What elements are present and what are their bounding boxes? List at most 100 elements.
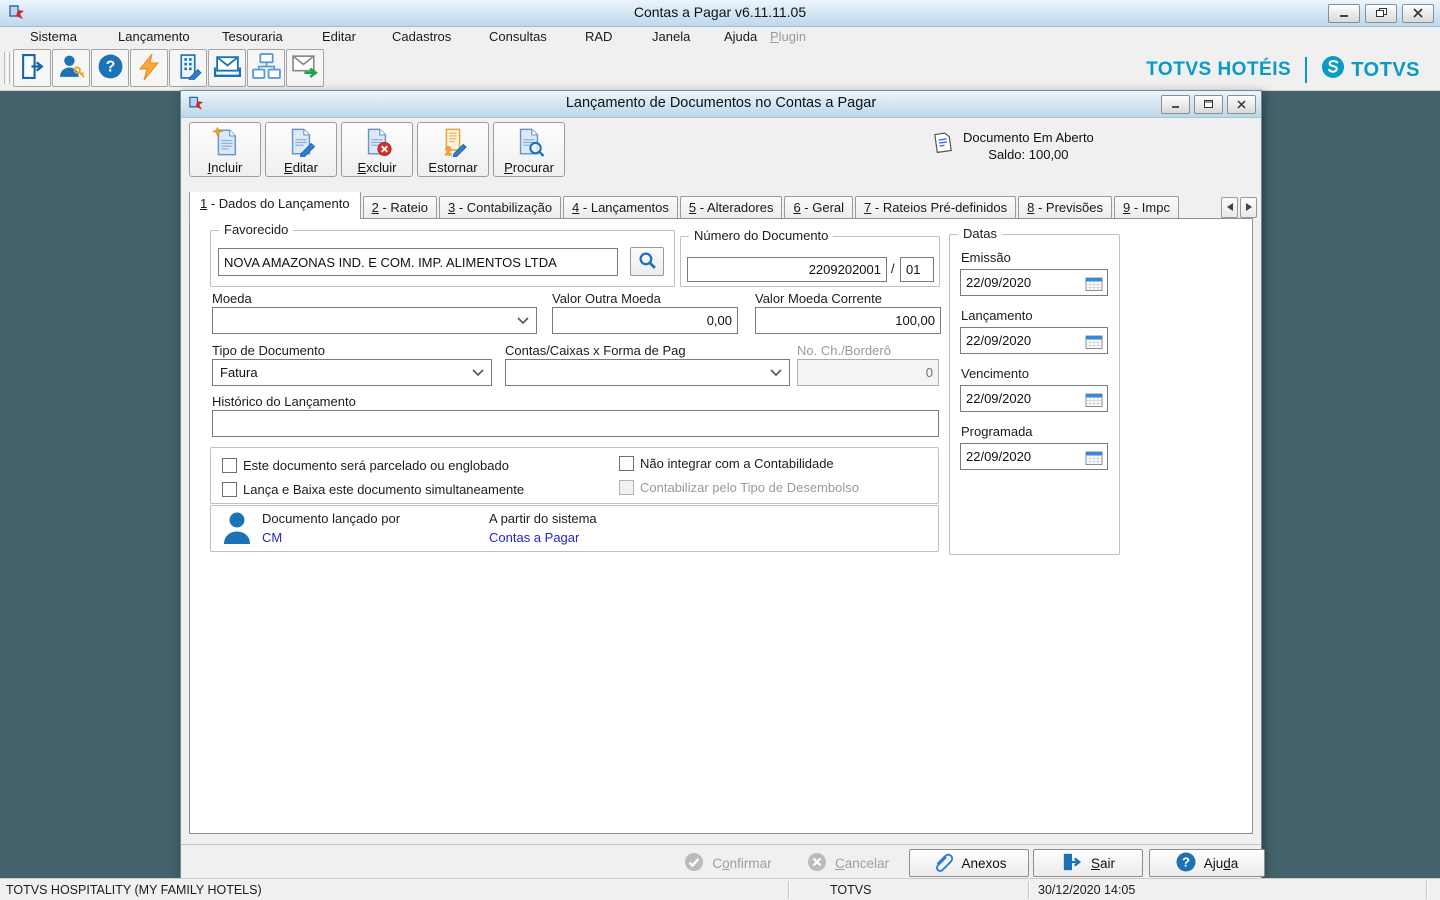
statusbar-divider — [788, 881, 790, 899]
search-icon — [638, 251, 657, 273]
menu-rad[interactable]: RAD — [585, 29, 612, 44]
mail-inbox-icon — [213, 53, 242, 83]
estornar-button[interactable]: Estornar — [417, 122, 489, 177]
exit-toolbar-button[interactable] — [13, 49, 51, 87]
tab-dados-do-lancamento[interactable]: 1 - Dados do Lançamento — [189, 192, 361, 219]
building-edit-icon — [175, 53, 202, 83]
minimize-button[interactable] — [1328, 4, 1360, 23]
tab-alteradores[interactable]: 5 - Alteradores — [680, 196, 783, 219]
close-button[interactable] — [1402, 4, 1434, 23]
tab-previsoes[interactable]: 8 - Previsões — [1018, 196, 1112, 219]
nao-integrar-checkbox[interactable] — [619, 456, 634, 471]
totvs-logo-icon — [1321, 55, 1345, 85]
favorecido-input[interactable] — [218, 248, 618, 276]
company-edit-toolbar-button[interactable] — [169, 49, 207, 87]
org-chart-toolbar-button[interactable] — [247, 49, 285, 87]
bordero-label: No. Ch./Borderô — [797, 343, 891, 358]
mail-send-toolbar-button[interactable] — [286, 49, 324, 87]
tab-lancamentos[interactable]: 4 - Lançamentos — [563, 196, 678, 219]
dialog-close-button[interactable] — [1227, 95, 1256, 114]
svg-text:?: ? — [1182, 854, 1190, 869]
lancamento-documentos-dialog: Lançamento de Documentos no Contas a Pag… — [180, 90, 1262, 878]
tab-rateios-pre-definidos[interactable]: 7 - Rateios Pré-definidos — [855, 196, 1016, 219]
menu-editar[interactable]: Editar — [322, 29, 356, 44]
check-circle-icon — [684, 852, 704, 875]
parcelado-checkbox-label: Este documento será parcelado ou engloba… — [243, 458, 509, 473]
menu-ajuda[interactable]: Ajuda — [724, 29, 757, 44]
contabilizar-desembolso-checkbox — [619, 480, 634, 495]
tab-contabilizacao[interactable]: 3 - Contabilização — [439, 196, 561, 219]
moeda-combobox[interactable] — [212, 307, 537, 334]
brand-divider — [1305, 57, 1307, 83]
menu-tesouraria[interactable]: Tesouraria — [222, 29, 283, 44]
tab-rateio[interactable]: 2 - Rateio — [363, 196, 437, 219]
lightning-icon — [137, 53, 161, 84]
programada-date-input[interactable]: 22/09/2020 — [960, 443, 1108, 470]
help-toolbar-button[interactable]: ? — [91, 49, 129, 87]
calendar-icon[interactable] — [1084, 332, 1104, 350]
numero-documento-label: Número do Documento — [689, 228, 833, 243]
emissao-date-input[interactable]: 22/09/2020 — [960, 269, 1108, 296]
lancamento-date-input[interactable]: 22/09/2020 — [960, 327, 1108, 354]
tab-geral[interactable]: 6 - Geral — [784, 196, 853, 219]
favorecido-search-button[interactable] — [630, 247, 664, 276]
editar-button[interactable]: Editar — [265, 122, 337, 177]
parcela-input[interactable] — [900, 257, 934, 282]
numero-documento-input[interactable] — [687, 257, 887, 282]
restore-button[interactable] — [1365, 4, 1397, 23]
change-user-toolbar-button[interactable] — [52, 49, 90, 87]
tab-impostos[interactable]: 9 - Impc — [1114, 196, 1179, 219]
menu-plugin: Plugin — [770, 29, 806, 44]
menu-cadastros[interactable]: Cadastros — [392, 29, 451, 44]
help-icon: ? — [1176, 852, 1196, 875]
procurar-button[interactable]: Procurar — [493, 122, 565, 177]
sair-button[interactable]: Sair — [1033, 849, 1143, 877]
a-partir-sistema-label: A partir do sistema — [489, 511, 597, 526]
bordero-input — [797, 359, 939, 386]
calendar-icon[interactable] — [1084, 390, 1104, 408]
lanca-baixa-checkbox-label: Lança e Baixa este documento simultaneam… — [243, 482, 524, 497]
minimize-icon — [1170, 97, 1181, 112]
menu-lancamento[interactable]: Lançamento — [118, 29, 190, 44]
quick-action-toolbar-button[interactable] — [130, 49, 168, 87]
calendar-icon[interactable] — [1084, 274, 1104, 292]
contas-forma-pag-combobox[interactable] — [505, 359, 790, 386]
paperclip-icon — [931, 851, 953, 876]
dialog-minimize-button[interactable] — [1161, 95, 1190, 114]
nao-integrar-checkbox-label: Não integrar com a Contabilidade — [640, 456, 834, 471]
statusbar-divider — [1426, 881, 1428, 899]
dialog-title: Lançamento de Documentos no Contas a Pag… — [181, 95, 1261, 111]
dialog-footer: Confirmar Cancelar Anexos Sair ? Ajuda — [181, 844, 1261, 878]
valor-moeda-corrente-input[interactable] — [755, 307, 941, 334]
mail-send-icon — [291, 54, 320, 82]
tab-scroll-right-button[interactable] — [1240, 197, 1257, 218]
statusbar-divider — [1028, 881, 1030, 899]
exit-door-icon — [19, 53, 46, 83]
menu-consultas[interactable]: Consultas — [489, 29, 547, 44]
ajuda-button[interactable]: ? Ajuda — [1149, 849, 1265, 877]
menu-janela[interactable]: Janela — [652, 29, 690, 44]
menu-sistema[interactable]: Sistema — [30, 29, 77, 44]
contabilizar-desembolso-checkbox-label: Contabilizar pelo Tipo de Desembolso — [640, 480, 859, 495]
calendar-icon[interactable] — [1084, 448, 1104, 466]
window-title: Contas a Pagar v6.11.11.05 — [0, 4, 1440, 20]
anexos-button[interactable]: Anexos — [909, 849, 1029, 877]
tab-scroll-left-button[interactable] — [1221, 197, 1238, 218]
lanca-baixa-checkbox[interactable] — [222, 482, 237, 497]
dialog-maximize-button[interactable] — [1194, 95, 1223, 114]
mail-inbox-toolbar-button[interactable] — [208, 49, 246, 87]
lancamento-label: Lançamento — [961, 308, 1033, 323]
tipo-documento-combobox[interactable]: Fatura — [212, 359, 492, 386]
parcelado-checkbox[interactable] — [222, 458, 237, 473]
historico-input[interactable] — [212, 410, 939, 437]
close-icon — [1412, 6, 1424, 21]
main-toolbar: ? TOTVS HOTÉIS TOTVS — [0, 47, 1440, 91]
excluir-button[interactable]: Excluir — [341, 122, 413, 177]
valor-outra-moeda-input[interactable] — [552, 307, 738, 334]
dados-do-lancamento-page: Favorecido Número do Documento / Moeda V… — [189, 218, 1253, 834]
document-saldo-text: Saldo: 100,00 — [963, 146, 1094, 163]
incluir-button[interactable]: Incluir — [189, 122, 261, 177]
datas-label: Datas — [958, 226, 1002, 241]
vencimento-date-input[interactable]: 22/09/2020 — [960, 385, 1108, 412]
confirmar-button: Confirmar — [669, 849, 787, 877]
